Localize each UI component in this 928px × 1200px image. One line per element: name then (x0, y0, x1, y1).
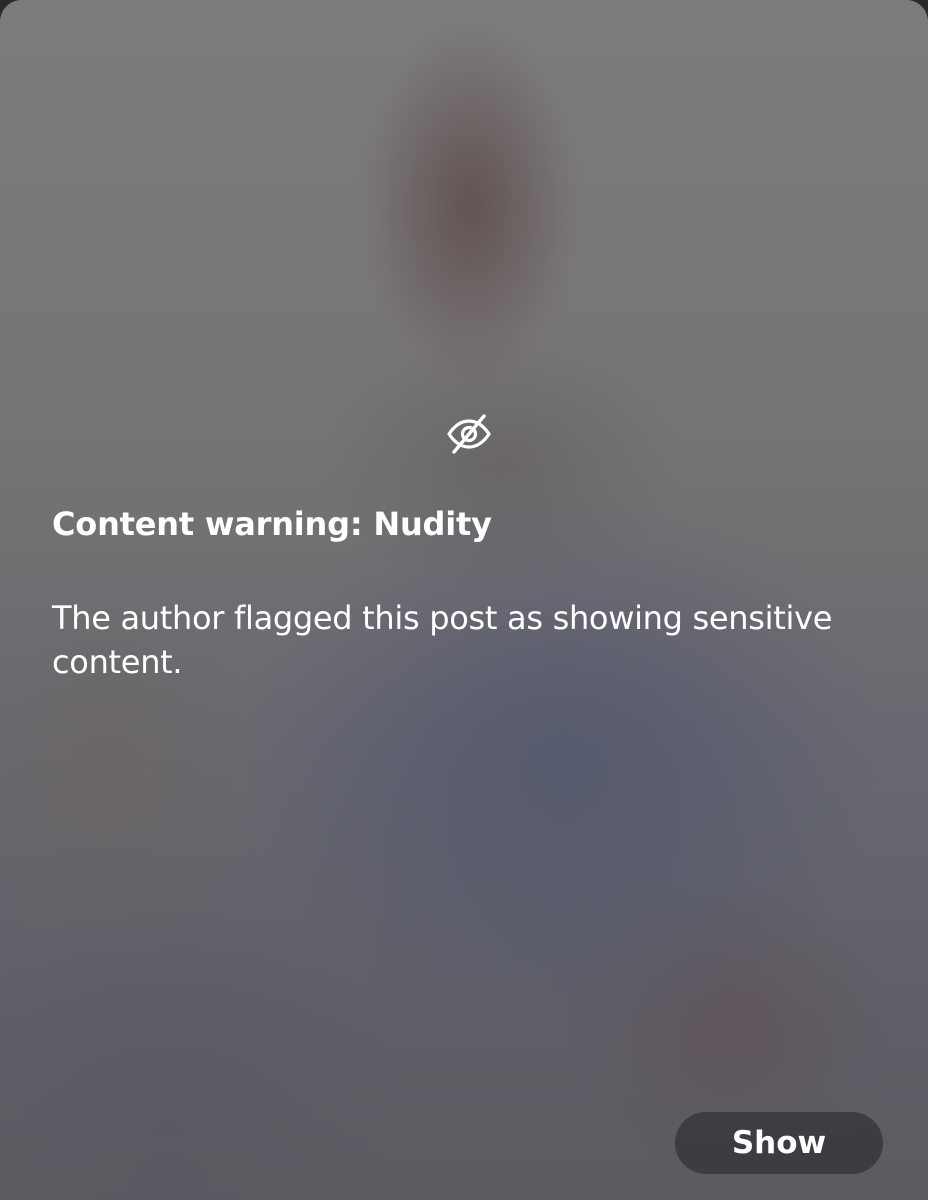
content-warning-overlay: Content warning: Nudity The author flagg… (0, 0, 928, 1200)
eye-slash-icon (447, 414, 491, 454)
show-button[interactable]: Show (675, 1112, 883, 1174)
sensitive-media-container: Content warning: Nudity The author flagg… (0, 0, 928, 1200)
content-warning-message: The author flagged this post as showing … (52, 599, 833, 681)
content-warning-title: Content warning: Nudity (52, 505, 492, 543)
